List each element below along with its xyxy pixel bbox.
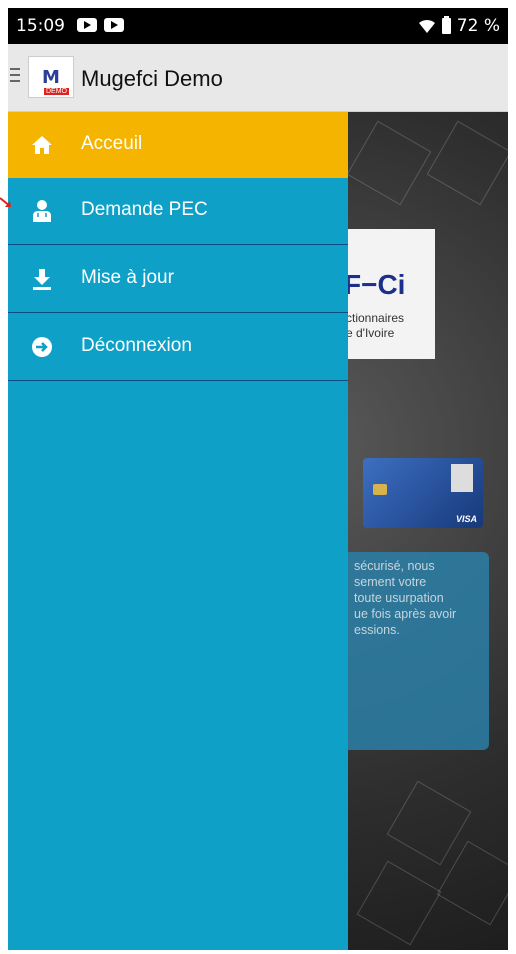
drawer-item-label: Déconnexion xyxy=(81,335,192,356)
drawer-item-label: Acceuil xyxy=(81,133,143,154)
member-card-image: VISA xyxy=(363,458,483,528)
phone-screen: 15:09 72 % M DEMO Mugefci Demo F−Ci ctio… xyxy=(8,8,508,950)
app-bar: M DEMO Mugefci Demo xyxy=(8,44,508,112)
battery-percent: 72 % xyxy=(456,16,500,36)
logout-icon xyxy=(32,337,52,357)
drawer-item-acceuil[interactable]: Acceuil xyxy=(8,112,348,178)
drawer-item-label: Demande PEC xyxy=(81,199,208,220)
app-logo: M DEMO xyxy=(28,56,74,98)
mugefci-logo-panel: F−Ci ctionnaires e d'Ivoire xyxy=(338,229,435,359)
drawer-item-deconnexion[interactable]: Déconnexion xyxy=(8,314,348,381)
status-bar: 15:09 72 % xyxy=(8,8,508,44)
annotation-arrow xyxy=(0,197,11,207)
wifi-icon xyxy=(418,19,435,33)
drawer-item-label: Mise à jour xyxy=(81,267,174,288)
status-time: 15:09 xyxy=(16,16,65,36)
navigation-drawer: Acceuil Demande PEC Mise à jour Déconnex… xyxy=(8,112,348,950)
drawer-item-mise-a-jour[interactable]: Mise à jour xyxy=(8,246,348,313)
youtube-notification-icon xyxy=(104,18,124,32)
info-panel: sécurisé, nous sement votre toute usurpa… xyxy=(324,552,489,750)
home-icon xyxy=(32,136,52,154)
app-title: Mugefci Demo xyxy=(81,66,223,91)
youtube-notification-icon xyxy=(77,18,97,32)
battery-icon xyxy=(441,16,451,34)
menu-icon[interactable] xyxy=(10,68,20,82)
download-icon xyxy=(33,269,51,290)
drawer-item-demande-pec[interactable]: Demande PEC xyxy=(8,178,348,245)
doctor-icon xyxy=(33,200,51,222)
